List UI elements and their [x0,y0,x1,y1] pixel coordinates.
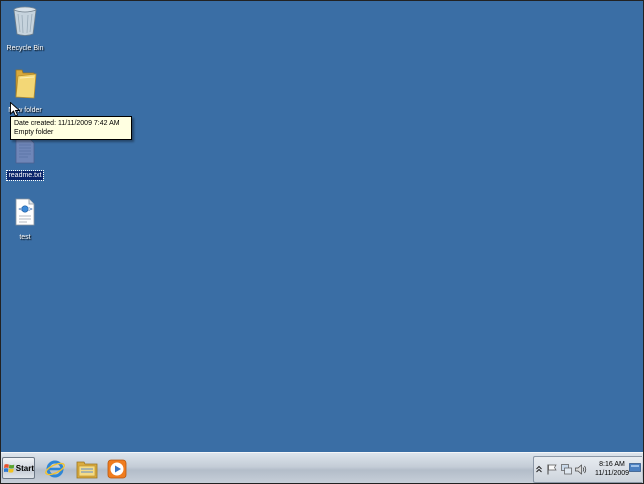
show-hidden-icons-chevron[interactable] [536,465,542,473]
desktop-icon-label: test [19,234,31,241]
desktop-icon-test[interactable]: < > test [1,198,49,244]
folder-icon [15,69,37,99]
desktop-icon-new-folder[interactable]: New folder [1,69,49,117]
desktop-icon-label: Recycle Bin [6,45,44,52]
notification-area: 8:16 AM 11/11/2009 [533,456,642,483]
action-center-flag-icon[interactable] [547,464,557,475]
quick-launch-media-player[interactable] [105,457,129,481]
clock-date: 11/11/2009 [595,470,629,477]
mouse-pointer-icon [10,102,20,117]
windows-explorer-icon [76,461,98,479]
internet-explorer-icon [45,460,65,478]
clock-time: 8:16 AM [599,461,625,468]
media-player-icon [107,459,127,479]
windows-logo-icon [4,463,15,473]
quick-launch-windows-explorer[interactable] [75,457,99,481]
start-label: Start [15,463,34,473]
html-file-icon: < > [15,198,35,226]
svg-text:>: > [28,206,33,213]
folder-tooltip: Date created: 11/11/2009 7:42 AM Empty f… [10,116,132,140]
quick-launch-internet-explorer[interactable] [43,457,67,481]
taskbar: Start 8:16 AM 11/11/2009 [1,452,643,483]
desktop-icon-label: readme.txt [6,170,44,181]
desktop[interactable]: Recycle Bin New folder readme.txt < > te… [1,1,643,452]
recycle-bin-icon [13,6,37,36]
start-button[interactable]: Start [2,457,35,479]
volume-icon[interactable] [575,464,587,475]
text-file-icon [15,138,35,164]
clock[interactable]: 8:16 AM 11/11/2009 [592,460,632,478]
desktop-icon-readme[interactable]: readme.txt [1,138,49,182]
network-icon[interactable] [561,464,572,475]
desktop-icon-recycle-bin[interactable]: Recycle Bin [1,5,49,55]
tooltip-date-created: Date created: 11/11/2009 7:42 AM [14,120,120,127]
show-desktop-button[interactable] [629,463,641,473]
screen: Recycle Bin New folder readme.txt < > te… [0,0,644,484]
tooltip-description: Empty folder [14,129,54,136]
